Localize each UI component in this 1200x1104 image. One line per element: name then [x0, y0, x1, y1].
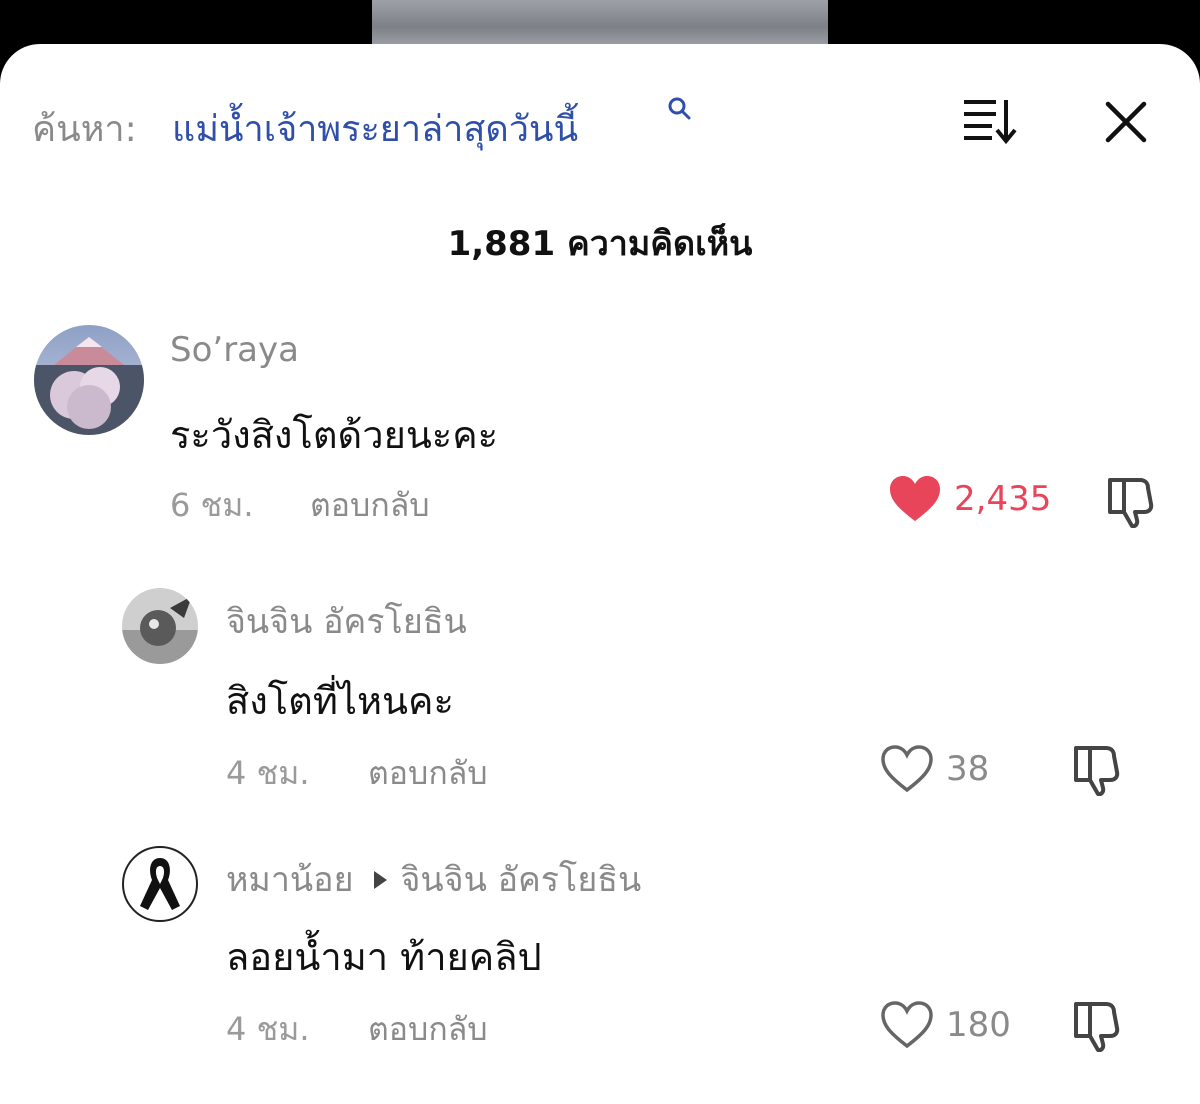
sort-icon[interactable]	[960, 96, 1020, 146]
heart-outline-icon	[881, 1001, 933, 1049]
reply-author[interactable]: หมาน้อย	[226, 860, 354, 900]
reply-button[interactable]: ตอบกลับ	[368, 1004, 488, 1055]
comment-time: 6 ชม.	[170, 486, 254, 524]
heart-outline-icon	[881, 745, 933, 793]
like-count: 2,435	[954, 479, 1052, 519]
like-button[interactable]: 38	[880, 744, 989, 794]
reply-button[interactable]: ตอบกลับ	[368, 748, 488, 799]
avatar[interactable]	[122, 588, 198, 664]
like-count: 180	[946, 1005, 1011, 1045]
like-button[interactable]: 2,435	[888, 474, 1051, 524]
search-icon[interactable]	[664, 94, 694, 124]
reply-time: 4 ชม.	[226, 754, 310, 792]
reply-username[interactable]: จินจิน อัครโยธิน	[226, 594, 467, 648]
search-term-link[interactable]: แม่น้ำเจ้าพระยาล่าสุดวันนี้	[172, 100, 578, 157]
reply-button[interactable]: ตอบกลับ	[310, 480, 430, 531]
reply-text: ลอยน้ำมา ท้ายคลิป	[226, 935, 542, 979]
like-count: 38	[946, 749, 990, 789]
like-button[interactable]: 180	[880, 1000, 1011, 1050]
dislike-icon[interactable]	[1070, 998, 1126, 1052]
reply-to-user[interactable]: จินจิน อัครโยธิน	[401, 860, 642, 900]
dislike-icon[interactable]	[1104, 474, 1160, 528]
reply-to-arrow-icon	[373, 870, 387, 889]
reply-username: หมาน้อย จินจิน อัครโยธิน	[226, 852, 641, 906]
close-icon[interactable]	[1104, 100, 1148, 144]
heart-filled-icon	[890, 476, 940, 521]
comment-count: 1,881 ความคิดเห็น	[447, 224, 753, 264]
reply-time: 4 ชม.	[226, 1010, 310, 1048]
search-prefix: ค้นหา:	[32, 109, 137, 150]
reply-text: สิงโตที่ไหนคะ	[226, 679, 454, 723]
avatar[interactable]	[34, 325, 144, 435]
comment-username[interactable]: So’raya	[170, 330, 299, 370]
comments-sheet	[0, 44, 1200, 1104]
avatar[interactable]	[122, 846, 198, 922]
comment-text: ระวังสิงโตด้วยนะคะ	[170, 413, 499, 457]
dislike-icon[interactable]	[1070, 742, 1126, 796]
